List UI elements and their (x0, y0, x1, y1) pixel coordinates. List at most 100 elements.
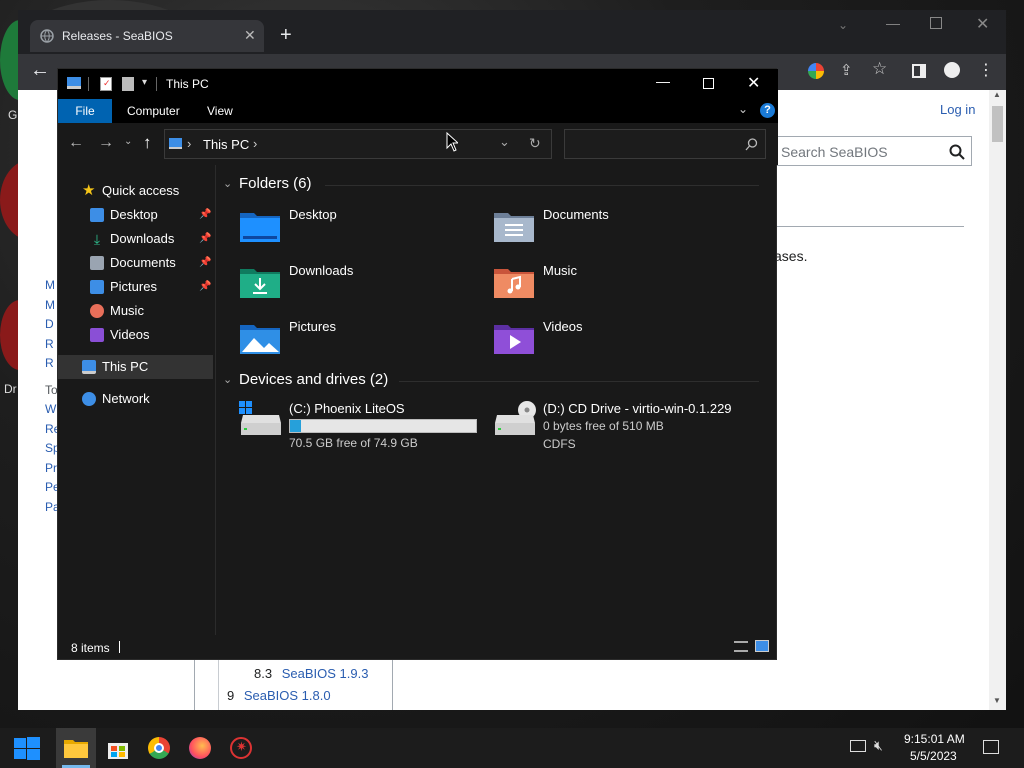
minimize-icon[interactable]: — (656, 73, 670, 89)
file-explorer-taskbar-button[interactable] (56, 728, 96, 768)
computer-tab[interactable]: Computer (127, 104, 180, 118)
nav-item-music[interactable]: Music (58, 299, 213, 323)
tab-search-icon[interactable]: ⌄ (838, 18, 848, 32)
close-tab-icon[interactable]: ✕ (244, 27, 256, 44)
back-icon[interactable]: ← (30, 59, 50, 82)
drives-group-header[interactable]: ⌄ Devices and drives (2) (223, 371, 759, 388)
divider (325, 185, 759, 186)
nav-item-documents[interactable]: Documents 📌 (58, 251, 213, 275)
profile-icon[interactable] (944, 62, 960, 78)
address-dropdown-icon[interactable]: ⌄ (499, 134, 510, 150)
volume-muted-icon[interactable]: 🔇︎ (874, 737, 883, 754)
page-text-fragment: ases. (774, 248, 808, 264)
search-icon[interactable] (745, 138, 758, 151)
wiki-search-box[interactable]: Search SeaBIOS (774, 136, 972, 166)
close-icon[interactable]: ✕ (976, 14, 989, 34)
refresh-icon[interactable]: ↻ (529, 135, 541, 152)
toc-item[interactable]: 9 SeaBIOS 1.8.0 (227, 688, 331, 703)
drive-c-usage-fill (290, 420, 301, 432)
pin-icon: 📌 (199, 209, 212, 220)
properties-icon[interactable]: ✓ (100, 77, 112, 91)
folders-group-header[interactable]: ⌄ Folders (6) (223, 175, 759, 192)
windows-drive-icon (239, 401, 281, 435)
drive-c[interactable]: (C:) Phoenix LiteOS 70.5 GB free of 74.9… (239, 401, 489, 457)
drive-d-filesystem: CDFS (543, 437, 576, 451)
nav-item-downloads[interactable]: ⤓ Downloads 📌 (58, 227, 213, 251)
nav-item-network[interactable]: Network (58, 387, 213, 411)
help-icon[interactable]: ? (760, 103, 775, 118)
search-icon[interactable] (949, 144, 965, 160)
chevron-down-icon[interactable]: ⌄ (223, 177, 232, 190)
side-panel-icon[interactable] (912, 64, 926, 78)
google-icon[interactable] (808, 63, 824, 79)
maximize-icon[interactable] (930, 17, 942, 29)
new-tab-button[interactable]: + (280, 24, 292, 47)
address-bar[interactable]: › This PC › ⌄ ↻ (164, 129, 552, 159)
app-icon[interactable]: ✷ (230, 737, 252, 759)
status-bar: 8 items (58, 635, 776, 659)
login-link[interactable]: Log in (940, 102, 975, 117)
up-icon[interactable]: ↑ (143, 133, 152, 153)
nav-item-videos[interactable]: Videos (58, 323, 213, 347)
chrome-icon[interactable] (148, 737, 170, 759)
pin-icon: 📌 (199, 257, 212, 268)
back-icon[interactable]: ← (68, 134, 84, 152)
network-status-icon[interactable] (850, 740, 866, 752)
menu-icon[interactable]: ⋮ (978, 60, 994, 80)
downloads-folder-icon (240, 269, 280, 298)
download-icon: ⤓ (93, 231, 101, 247)
navigation-pane: ★ Quick access Desktop 📌 ⤓ Downloads 📌 D… (58, 165, 216, 635)
folder-videos[interactable]: Videos (493, 317, 733, 363)
clock-time[interactable]: 9:15:01 AM (904, 732, 965, 746)
large-icons-view-icon[interactable] (755, 640, 769, 652)
folder-music[interactable]: Music (493, 261, 733, 307)
folder-documents[interactable]: Documents (493, 205, 733, 251)
picture-icon (90, 280, 104, 294)
folder-pictures[interactable]: Pictures (239, 317, 479, 363)
minimize-icon[interactable]: — (886, 15, 900, 31)
title-bar[interactable]: ✓ ▾ This PC — ✕ (58, 69, 778, 99)
file-tab[interactable]: File (58, 99, 112, 123)
notifications-icon[interactable] (983, 740, 999, 754)
recent-locations-icon[interactable]: ⌄ (124, 136, 132, 147)
nav-item-this-pc[interactable]: This PC (58, 355, 213, 379)
document-icon (90, 256, 104, 270)
maximize-icon[interactable] (703, 78, 714, 89)
view-tab[interactable]: View (207, 104, 233, 118)
breadcrumb-separator[interactable]: › (187, 136, 191, 151)
breadcrumb-this-pc[interactable]: This PC (203, 137, 249, 152)
breadcrumb-separator[interactable]: › (253, 136, 257, 151)
new-folder-icon[interactable] (122, 77, 134, 91)
wiki-search-input[interactable]: Search SeaBIOS (781, 144, 888, 160)
page-scrollbar[interactable]: ▲ ▼ (989, 90, 1006, 710)
chevron-down-icon[interactable]: ⌄ (223, 373, 232, 386)
details-view-icon[interactable] (734, 641, 748, 652)
firefox-icon[interactable] (189, 737, 211, 759)
drive-c-free-space: 70.5 GB free of 74.9 GB (289, 436, 418, 450)
expand-ribbon-icon[interactable]: ⌄ (738, 102, 748, 116)
clock-date[interactable]: 5/5/2023 (910, 749, 957, 763)
folder-desktop[interactable]: Desktop (239, 205, 479, 251)
close-icon[interactable]: ✕ (747, 73, 760, 93)
file-explorer-window: ✓ ▾ This PC — ✕ File Computer View ⌄ ? ←… (57, 68, 778, 660)
bookmark-star-icon[interactable]: ☆ (872, 59, 887, 79)
network-icon (82, 392, 96, 406)
search-box[interactable] (564, 129, 766, 159)
windows-start-icon[interactable] (14, 737, 40, 761)
browser-tab[interactable]: Releases - SeaBIOS ✕ (30, 20, 264, 52)
toc-item[interactable]: 8.3 SeaBIOS 1.9.3 (254, 666, 368, 681)
scroll-up-icon[interactable]: ▲ (993, 90, 1001, 99)
scroll-down-icon[interactable]: ▼ (993, 696, 1001, 705)
this-pc-icon (169, 138, 182, 149)
nav-item-desktop[interactable]: Desktop 📌 (58, 203, 213, 227)
forward-icon[interactable]: → (98, 134, 114, 152)
customize-toolbar-icon[interactable]: ▾ (142, 77, 147, 88)
share-icon[interactable]: ⇪ (840, 61, 853, 79)
scrollbar-thumb[interactable] (992, 106, 1003, 142)
store-icon[interactable] (108, 737, 128, 759)
nav-item-pictures[interactable]: Pictures 📌 (58, 275, 213, 299)
taskbar: ✷ 🔇︎ 9:15:01 AM 5/5/2023 (0, 728, 1024, 768)
nav-item-quick-access[interactable]: ★ Quick access (58, 179, 213, 203)
folder-downloads[interactable]: Downloads (239, 261, 479, 307)
drive-d[interactable]: (D:) CD Drive - virtio-win-0.1.229 0 byt… (493, 401, 743, 457)
